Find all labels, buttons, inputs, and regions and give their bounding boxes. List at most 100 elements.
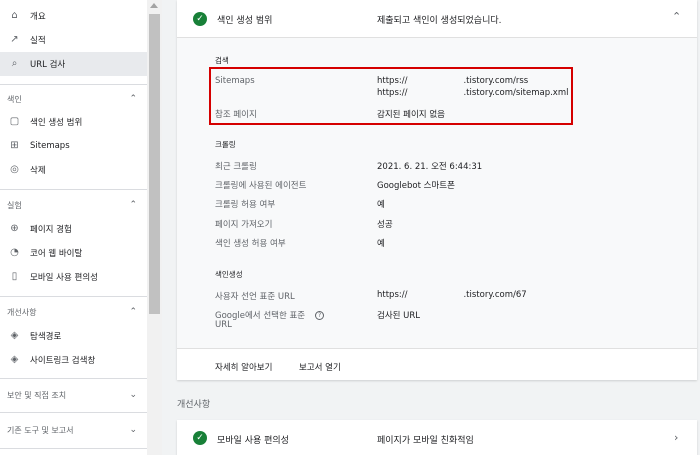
sitemap-url-1[interactable]: https:// .tistory.com/rss <box>377 76 528 86</box>
last-crawl-value: 2021. 6. 21. 오전 6:44:31 <box>377 162 483 172</box>
chevron-up-icon[interactable]: ⌃ <box>672 10 681 23</box>
sitemap-url-2[interactable]: https:// .tistory.com/sitemap.xml <box>377 88 568 98</box>
crawl-allowed-label: 크롤링 허용 여부 <box>215 200 276 210</box>
section-label: 개선사항 <box>7 307 37 317</box>
learn-more-link[interactable]: 자세히 알아보기 <box>215 361 272 373</box>
help-icon[interactable]: ? <box>315 311 325 320</box>
last-crawl-label: 최근 크롤링 <box>215 162 257 172</box>
url-prefix: https:// <box>377 88 408 98</box>
divider <box>0 412 147 413</box>
sidebar-item-label: 모바일 사용 편의성 <box>30 273 98 283</box>
plus-circle-icon: ⊕ <box>10 223 19 234</box>
section-label: 기존 도구 및 보고서 <box>7 425 74 435</box>
sidebar-item-mobile-usability[interactable]: ▯ 모바일 사용 편의성 <box>0 265 147 289</box>
sidebar-item-label: 탐색경로 <box>30 332 62 342</box>
google-canonical-label-line2: URL <box>215 320 232 330</box>
open-report-link[interactable]: 보고서 열기 <box>299 361 341 373</box>
sidebar-item-performance[interactable]: ↗ 실적 <box>0 28 147 52</box>
page-fetch-value: 성공 <box>377 220 393 230</box>
sidebar-item-label: 색인 생성 범위 <box>30 118 83 128</box>
enhancements-section-title: 개선사항 <box>177 400 211 410</box>
scroll-up-arrow-icon[interactable] <box>150 3 158 8</box>
sidebar-item-label: 실적 <box>30 36 46 46</box>
check-circle-icon: ✓ <box>193 431 207 445</box>
section-index[interactable]: 색인 ⌃ <box>0 89 147 109</box>
indexing-allowed-label: 색인 생성 허용 여부 <box>215 239 286 249</box>
sitemap-icon: ⊞ <box>10 140 19 151</box>
chevron-down-icon: ⌄ <box>129 390 137 400</box>
sidebar-item-overview[interactable]: ⌂ 개요 <box>0 4 147 28</box>
phone-icon: ▯ <box>11 271 18 282</box>
sidebar: ⌂ 개요 ↗ 실적 ⌕ URL 검사 색인 ⌃ ▢ 색인 생성 범위 ⊞ Sit… <box>0 0 147 455</box>
divider <box>0 84 147 85</box>
sitemaps-label: Sitemaps <box>215 76 255 86</box>
divider <box>0 378 147 379</box>
search-icon: ⌕ <box>11 58 18 69</box>
referring-page-value: 감지된 페이지 없음 <box>377 110 445 120</box>
sidebar-item-label: 코어 웹 바이탈 <box>30 249 83 259</box>
sidebar-item-label: URL 검사 <box>30 60 66 70</box>
sidebar-item-sitemaps[interactable]: ⊞ Sitemaps <box>0 134 147 158</box>
coverage-card-title: 색인 생성 범위 <box>217 16 273 26</box>
section-label: 색인 <box>7 94 22 104</box>
mobile-usability-status: 페이지가 모바일 친화적임 <box>377 436 474 446</box>
layers-icon: ◈ <box>10 330 19 341</box>
chevron-up-icon: ⌃ <box>129 307 137 317</box>
group-label-indexing: 색인생성 <box>215 270 243 279</box>
user-canonical-value[interactable]: https:// .tistory.com/67 <box>377 290 527 300</box>
url-prefix: https:// <box>377 290 408 300</box>
gauge-icon: ◔ <box>10 247 19 258</box>
group-label-crawl: 크롤링 <box>215 140 236 149</box>
sidebar-item-page-experience[interactable]: ⊕ 페이지 경험 <box>0 217 147 241</box>
referring-page-label: 참조 페이지 <box>215 110 257 120</box>
coverage-card: ✓ 색인 생성 범위 제출되고 색인이 생성되었습니다. ⌃ 검색 Sitema… <box>177 0 697 380</box>
scrollbar-thumb[interactable] <box>149 14 160 314</box>
chevron-up-icon: ⌃ <box>129 94 137 104</box>
sidebar-item-label: Sitemaps <box>30 141 70 151</box>
crawl-allowed-value: 예 <box>377 200 385 210</box>
section-security[interactable]: 보안 및 직접 조치 ⌄ <box>0 385 147 405</box>
sidebar-item-label: 개요 <box>30 12 46 22</box>
page-fetch-label: 페이지 가져오기 <box>215 220 273 230</box>
sidebar-item-label: 삭제 <box>30 166 46 176</box>
crawler-agent-label: 크롤링에 사용된 에이전트 <box>215 181 307 191</box>
url-suffix: .tistory.com/sitemap.xml <box>463 88 569 98</box>
section-legacy-tools[interactable]: 기존 도구 및 보고서 ⌄ <box>0 420 147 440</box>
group-label-discovery: 검색 <box>215 56 229 65</box>
eye-off-icon: ◎ <box>10 164 19 175</box>
divider <box>0 296 147 297</box>
section-enhancements[interactable]: 개선사항 ⌃ <box>0 302 147 322</box>
sidebar-scrollbar[interactable] <box>147 0 162 455</box>
google-canonical-value: 검사된 URL <box>377 311 421 321</box>
divider <box>0 189 147 190</box>
sidebar-item-coverage[interactable]: ▢ 색인 생성 범위 <box>0 110 147 134</box>
divider <box>0 448 147 449</box>
home-icon: ⌂ <box>11 10 18 21</box>
chevron-up-icon: ⌃ <box>129 200 137 210</box>
coverage-card-body: 검색 Sitemaps https:// .tistory.com/rss htt… <box>177 38 697 348</box>
chevron-right-icon[interactable]: › <box>674 431 678 444</box>
sidebar-item-breadcrumbs[interactable]: ◈ 탐색경로 <box>0 324 147 348</box>
sidebar-item-sitelinks-searchbox[interactable]: ◈ 사이트링크 검색창 <box>0 348 147 372</box>
section-label: 보안 및 직접 조치 <box>7 390 67 400</box>
chevron-down-icon: ⌄ <box>129 425 137 435</box>
url-suffix: .tistory.com/67 <box>463 290 527 300</box>
file-icon: ▢ <box>9 116 20 127</box>
mobile-usability-card[interactable]: ✓ 모바일 사용 편의성 페이지가 모바일 친화적임 › <box>177 420 697 455</box>
coverage-card-footer: 자세히 알아보기 보고서 열기 <box>177 348 697 380</box>
user-canonical-label: 사용자 선언 표준 URL <box>215 292 295 302</box>
sidebar-item-label: 페이지 경험 <box>30 225 72 235</box>
sidebar-item-core-web-vitals[interactable]: ◔ 코어 웹 바이탈 <box>0 241 147 265</box>
trend-icon: ↗ <box>10 34 19 45</box>
sidebar-item-url-inspection[interactable]: ⌕ URL 검사 <box>0 52 147 76</box>
coverage-status: 제출되고 색인이 생성되었습니다. <box>377 16 502 26</box>
coverage-card-header[interactable]: ✓ 색인 생성 범위 제출되고 색인이 생성되었습니다. ⌃ <box>177 0 697 38</box>
section-label: 실험 <box>7 200 22 210</box>
sidebar-item-label: 사이트링크 검색창 <box>30 356 96 366</box>
indexing-allowed-value: 예 <box>377 239 385 249</box>
check-circle-icon: ✓ <box>193 12 207 26</box>
section-experience[interactable]: 실험 ⌃ <box>0 195 147 215</box>
sidebar-item-removals[interactable]: ◎ 삭제 <box>0 158 147 182</box>
crawler-agent-value: Googlebot 스마트폰 <box>377 181 455 191</box>
url-suffix: .tistory.com/rss <box>463 76 529 86</box>
